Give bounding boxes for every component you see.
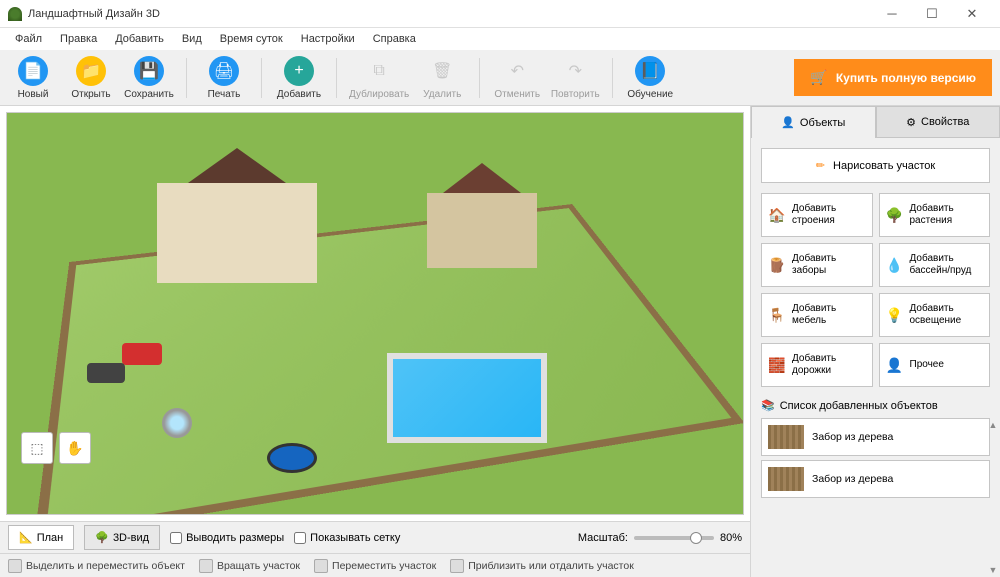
fence-thumb-icon [768, 425, 804, 449]
add-button[interactable]: +Добавить [274, 56, 324, 100]
titlebar: Ландшафтный Дизайн 3D ─ ☐ ✕ [0, 0, 1000, 28]
cat-pool[interactable]: 💧Добавить бассейн/пруд [879, 243, 991, 287]
checkbox-grid[interactable]: Показывать сетку [294, 532, 400, 544]
viewport-3d[interactable]: ⬚ ✋ [6, 112, 744, 515]
other-icon: 👤 [886, 356, 904, 374]
tab-3d[interactable]: 🌳 3D-вид [84, 525, 160, 550]
print-icon: 🖨 [209, 56, 239, 86]
water-icon: 💧 [886, 256, 904, 274]
open-button[interactable]: 📁Открыть [66, 56, 116, 100]
chevron-down-icon: ▼ [989, 565, 998, 575]
orbit-tool[interactable]: ⬚ [21, 432, 53, 464]
save-icon: 💾 [134, 56, 164, 86]
checkbox-dimensions[interactable]: Выводить размеры [170, 532, 284, 544]
mouse-icon [8, 559, 22, 573]
view-bar: 📐 План 🌳 3D-вид Выводить размеры Показыв… [0, 521, 750, 553]
statusbar: Выделить и переместить объект Вращать уч… [0, 553, 750, 577]
brick-icon: 🧱 [768, 356, 786, 374]
hint-move: Переместить участок [314, 559, 436, 573]
fence-thumb-icon [768, 467, 804, 491]
duplicate-icon: ⧉ [364, 56, 394, 86]
redo-icon: ↷ [560, 56, 590, 86]
buy-button[interactable]: 🛒Купить полную версию [794, 59, 992, 96]
plus-icon: + [284, 56, 314, 86]
delete-button: 🗑Удалить [417, 56, 467, 100]
cat-buildings[interactable]: 🏠Добавить строения [761, 193, 873, 237]
menu-edit[interactable]: Правка [51, 30, 106, 48]
scrollbar[interactable]: ▲▼ [988, 418, 998, 577]
separator [336, 58, 337, 98]
chevron-up-icon: ▲ [989, 420, 998, 430]
trash-icon: 🗑 [427, 56, 457, 86]
duplicate-button: ⧉Дублировать [349, 56, 409, 100]
menubar: Файл Правка Добавить Вид Время суток Нас… [0, 28, 1000, 50]
cat-plants[interactable]: 🌳Добавить растения [879, 193, 991, 237]
menu-settings[interactable]: Настройки [292, 30, 364, 48]
tab-plan[interactable]: 📐 План [8, 525, 74, 550]
save-button[interactable]: 💾Сохранить [124, 56, 174, 100]
cat-paths[interactable]: 🧱Добавить дорожки [761, 343, 873, 387]
menu-daytime[interactable]: Время суток [211, 30, 292, 48]
mouse-icon [314, 559, 328, 573]
hint-rotate: Вращать участок [199, 559, 300, 573]
learn-button[interactable]: 📘Обучение [625, 56, 675, 100]
separator [479, 58, 480, 98]
tree-icon: 🌳 [886, 206, 904, 224]
undo-icon: ↶ [502, 56, 532, 86]
fence-icon: 🪵 [768, 256, 786, 274]
menu-view[interactable]: Вид [173, 30, 211, 48]
category-grid: 🏠Добавить строения 🌳Добавить растения 🪵Д… [751, 193, 1000, 387]
book-icon: 📘 [635, 56, 665, 86]
objects-list: Забор из дерева Забор из дерева [751, 418, 1000, 498]
minimize-button[interactable]: ─ [872, 0, 912, 28]
chair-icon: 🪑 [768, 306, 786, 324]
toolbar: 📄Новый 📁Открыть 💾Сохранить 🖨Печать +Доба… [0, 50, 1000, 106]
draw-plot-button[interactable]: ✏Нарисовать участок [761, 148, 990, 183]
redo-button: ↷Повторить [550, 56, 600, 100]
house-icon: 🏠 [768, 206, 786, 224]
hint-zoom: Приблизить или отдалить участок [450, 559, 634, 573]
window-title: Ландшафтный Дизайн 3D [28, 8, 872, 20]
list-item[interactable]: Забор из дерева [761, 460, 990, 498]
scene [7, 113, 743, 514]
separator [186, 58, 187, 98]
undo-button: ↶Отменить [492, 56, 542, 100]
mouse-icon [199, 559, 213, 573]
tab-properties[interactable]: ⚙ Свойства [876, 106, 1000, 138]
menu-help[interactable]: Справка [364, 30, 425, 48]
print-button[interactable]: 🖨Печать [199, 56, 249, 100]
pencil-icon: ✏ [816, 159, 825, 172]
sidebar: 👤 Объекты ⚙ Свойства ✏Нарисовать участок… [750, 106, 1000, 577]
list-item[interactable]: Забор из дерева [761, 418, 990, 456]
file-icon: 📄 [18, 56, 48, 86]
tab-objects[interactable]: 👤 Объекты [751, 106, 876, 138]
cat-fences[interactable]: 🪵Добавить заборы [761, 243, 873, 287]
scale-value: 80% [720, 532, 742, 544]
objects-list-header: 📚 Список добавленных объектов [761, 399, 990, 412]
mouse-icon [450, 559, 464, 573]
maximize-button[interactable]: ☐ [912, 0, 952, 28]
close-button[interactable]: ✕ [952, 0, 992, 28]
cat-lighting[interactable]: 💡Добавить освещение [879, 293, 991, 337]
separator [261, 58, 262, 98]
menu-file[interactable]: Файл [6, 30, 51, 48]
cat-furniture[interactable]: 🪑Добавить мебель [761, 293, 873, 337]
new-button[interactable]: 📄Новый [8, 56, 58, 100]
lamp-icon: 💡 [886, 306, 904, 324]
app-logo-icon [8, 7, 22, 21]
cat-other[interactable]: 👤Прочее [879, 343, 991, 387]
cart-icon: 🛒 [810, 69, 827, 86]
separator [612, 58, 613, 98]
folder-icon: 📁 [76, 56, 106, 86]
scale-label: Масштаб: [578, 532, 628, 544]
pan-tool[interactable]: ✋ [59, 432, 91, 464]
hint-select: Выделить и переместить объект [8, 559, 185, 573]
menu-add[interactable]: Добавить [106, 30, 173, 48]
scale-slider[interactable] [634, 536, 714, 540]
